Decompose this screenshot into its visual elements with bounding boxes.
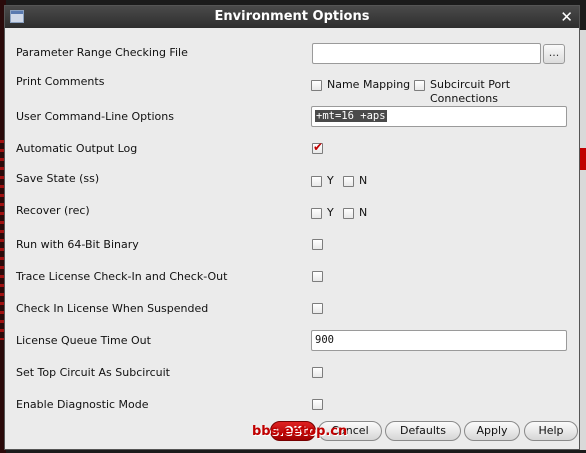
param-range-label: Parameter Range Checking File — [16, 46, 188, 59]
set-top-checkbox[interactable] — [312, 367, 323, 378]
run64-label: Run with 64-Bit Binary — [16, 238, 139, 251]
window-icon — [10, 10, 24, 23]
browse-button[interactable]: ... — [543, 44, 565, 64]
help-button[interactable]: Help — [524, 421, 578, 441]
print-comments-label: Print Comments — [16, 75, 105, 88]
run64-checkbox[interactable] — [312, 239, 323, 250]
param-range-input[interactable] — [312, 43, 541, 64]
auto-log-checkbox[interactable] — [312, 140, 323, 154]
license-queue-label: License Queue Time Out — [16, 334, 151, 347]
save-state-y-checkbox[interactable] — [311, 176, 322, 187]
dialog-title: Environment Options — [214, 9, 370, 24]
recover-label: Recover (rec) — [16, 204, 90, 217]
save-state-label: Save State (ss) — [16, 172, 100, 185]
save-state-y-label: Y — [327, 174, 334, 187]
subcircuit-port-connections-checkbox[interactable] — [414, 80, 425, 91]
watermark: bbs.eetop.cn — [252, 424, 348, 439]
apply-button[interactable]: Apply — [464, 421, 520, 441]
user-cmd-label: User Command-Line Options — [16, 110, 174, 123]
recover-y-label: Y — [327, 206, 334, 219]
recover-n-checkbox[interactable] — [343, 208, 354, 219]
close-icon[interactable]: ✕ — [560, 6, 573, 28]
trace-license-checkbox[interactable] — [312, 271, 323, 282]
environment-options-dialog: Environment Options ✕ Parameter Range Ch… — [4, 5, 580, 450]
auto-log-label: Automatic Output Log — [16, 142, 138, 155]
defaults-button[interactable]: Defaults — [385, 421, 461, 441]
set-top-label: Set Top Circuit As Subcircuit — [16, 366, 170, 379]
save-state-n-checkbox[interactable] — [343, 176, 354, 187]
checkin-license-label: Check In License When Suspended — [16, 302, 209, 315]
trace-license-label: Trace License Check-In and Check-Out — [16, 270, 228, 283]
recover-n-label: N — [359, 206, 368, 219]
name-mapping-label: Name Mapping — [327, 78, 411, 91]
save-state-n-label: N — [359, 174, 368, 187]
user-cmd-value: +mt=16 +aps — [315, 110, 387, 122]
license-queue-input[interactable]: 900 — [311, 330, 567, 351]
name-mapping-checkbox[interactable] — [311, 80, 322, 91]
diag-checkbox[interactable] — [312, 399, 323, 410]
title-bar[interactable]: Environment Options ✕ — [5, 6, 579, 28]
diag-label: Enable Diagnostic Mode — [16, 398, 149, 411]
recover-y-checkbox[interactable] — [311, 208, 322, 219]
user-cmd-input[interactable]: +mt=16 +aps — [311, 106, 567, 127]
checkin-license-checkbox[interactable] — [312, 303, 323, 314]
subcircuit-port-connections-label: Subcircuit Port Connections — [430, 78, 511, 105]
